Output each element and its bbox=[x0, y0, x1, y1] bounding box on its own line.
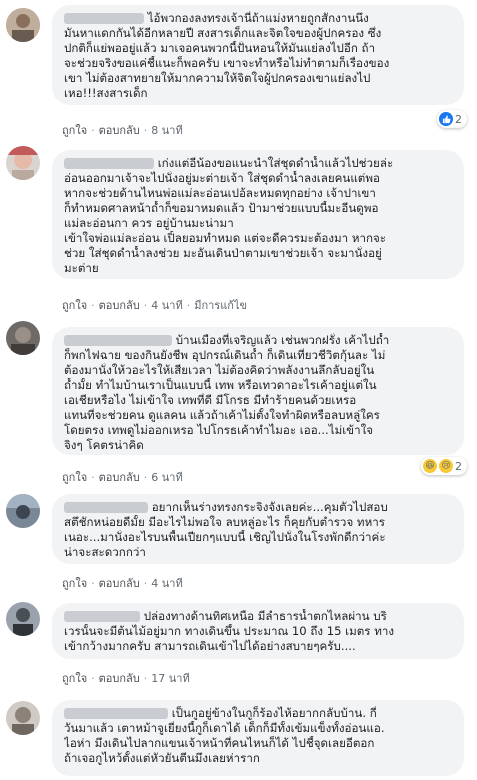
author-name-redacted[interactable] bbox=[64, 708, 168, 719]
comment-line: เอเชียหรือไง ไม่เข้าใจ เทพที่ดี มีโกรธ ม… bbox=[64, 393, 357, 407]
comment-line: ไอห่า มึงเดินไปลากแขนเจ้าหน้าที่คนไหนก็ไ… bbox=[64, 736, 375, 750]
comment-line: ช่วย ใส่ชุดดำน้ำลงช่วย มะอันเดินป่าตามเข… bbox=[64, 246, 382, 260]
comment-actions: ถูกใจ · ตอบกลับ · 8 นาที bbox=[62, 124, 183, 137]
like-link[interactable]: ถูกใจ bbox=[62, 299, 87, 312]
comment-line: เวรนั้นจะมีต้นไม้อยู่มาก ทางเดินขึ้น ประ… bbox=[64, 624, 395, 638]
author-name-redacted[interactable] bbox=[64, 335, 172, 346]
comment-line: จิงๆ โคตรน่าคิด bbox=[64, 438, 144, 452]
reaction-count: 2 bbox=[455, 459, 462, 473]
comment-line: ต้องมานั่งให้วอะไรให้เสียเวลา ไม่ต้องคิด… bbox=[64, 363, 375, 377]
reply-link[interactable]: ตอบกลับ bbox=[99, 124, 140, 137]
comment-bubble: อยากเห็นร่างทรงกระจิงจังเลยค่ะ...คุมตัวไ… bbox=[52, 494, 464, 564]
comment-line: เหอ!!!สงสารเด็ก bbox=[64, 86, 148, 100]
comment-bubble: บ้านเมืองที่เจริญแล้ว เช่นพวกฝรั่ง เค้าไ… bbox=[52, 327, 464, 455]
avatar-image bbox=[6, 494, 40, 528]
comment-line: เนอะ...มานั่งอะไรบนพื้นเปียกๆแบบนี้ เชิญ… bbox=[64, 530, 386, 544]
comment-line: เก่งแต่อีน้องขอแนะนำใส่ชุดดำน้ำแล้วไปช่ว… bbox=[64, 156, 452, 171]
avatar[interactable] bbox=[6, 701, 40, 735]
comment-line: ก็ทำหมดศาลหน้าถ้ำก็ขอมาหมดแล้ว ป้ามาช่วย… bbox=[64, 201, 379, 215]
comment-line: มันหาแดกกันได้อีกหลายปี สงสารเด็กและจิตใ… bbox=[64, 26, 382, 40]
comment-timestamp[interactable]: 17 นาที bbox=[151, 672, 189, 685]
avatar-image bbox=[6, 321, 40, 355]
comment-text: ปล่องทางด้านทิศเหนือ มีลำธารน้ำตกไหลผ่าน… bbox=[143, 609, 387, 623]
comment-text: เป็นกูอยู่ข้างในกูก็ร้องไห้อยากกลับบ้าน.… bbox=[171, 706, 377, 720]
avatar[interactable] bbox=[6, 321, 40, 355]
comment-text: ไอ้พวกองลงทรงเจ้านี่ถ้าแม่งหายถูกสักงานน… bbox=[147, 11, 369, 25]
reply-link[interactable]: ตอบกลับ bbox=[99, 471, 140, 484]
comment-line: แม่ละอ่อนกา ควร อยู่บ้านมะน่ามา bbox=[64, 216, 234, 230]
comment-line: ปกติก็แย่พออยู่แล้ว มาเจอคนพวกนี้ปั่นหอน… bbox=[64, 41, 376, 55]
comment-text: อยากเห็นร่างทรงกระจิงจังเลยค่ะ...คุมตัวไ… bbox=[151, 500, 388, 514]
comment-line: ปล่องทางด้านทิศเหนือ มีลำธารน้ำตกไหลผ่าน… bbox=[64, 609, 452, 624]
reaction-summary[interactable]: 2 bbox=[437, 110, 467, 128]
avatar[interactable] bbox=[6, 146, 40, 180]
comment-bubble: เป็นกูอยู่ข้างในกูก็ร้องไห้อยากกลับบ้าน.… bbox=[52, 700, 464, 776]
edited-label[interactable]: มีการแก้ไข bbox=[194, 299, 247, 312]
avatar-image bbox=[6, 146, 40, 180]
comment-line: ถ้าเจอกูไหว้ตั้งแต่หัวยันตีนมึงเลยห่าราก bbox=[64, 751, 260, 765]
comment-actions: ถูกใจ · ตอบกลับ · 6 นาที bbox=[62, 471, 183, 484]
comment-bubble: ปล่องทางด้านทิศเหนือ มีลำธารน้ำตกไหลผ่าน… bbox=[52, 603, 464, 659]
like-link[interactable]: ถูกใจ bbox=[62, 124, 87, 137]
comment-line: หากจะช่วยด้านไหนพ่อแม่ละอ่อนเปอ้ละหมดทุก… bbox=[64, 186, 376, 200]
comment-bubble: ไอ้พวกองลงทรงเจ้านี่ถ้าแม่งหายถูกสักงานน… bbox=[52, 5, 464, 105]
comment-line: เข้าใจพ่อแม่ละอ่อน เปิ้ลยอมทำหมด แต่จะดี… bbox=[64, 231, 387, 245]
reply-link[interactable]: ตอบกลับ bbox=[99, 672, 140, 685]
like-link[interactable]: ถูกใจ bbox=[62, 672, 87, 685]
comment-text: เก่งแต่อีน้องขอแนะนำใส่ชุดดำน้ำแล้วไปช่ว… bbox=[157, 156, 394, 170]
haha-reaction-icon: 😆 bbox=[423, 459, 437, 473]
sad-reaction-icon: 😢 bbox=[439, 459, 453, 473]
comment-line: จะช่วยจริงขอแค่ชี้แนะก็พอครับ เขาจะทำหรื… bbox=[64, 56, 390, 70]
author-name-redacted[interactable] bbox=[64, 611, 140, 622]
avatar-image bbox=[6, 8, 40, 42]
author-name-redacted[interactable] bbox=[64, 502, 148, 513]
avatar-image bbox=[6, 602, 40, 636]
comment-line: แทนที่จะช่วยคน ดูแลคน แล้วถ้าเค้าไม่ตั้ง… bbox=[64, 408, 380, 422]
comment-line: สตึชักหน่อยดีมั้ย มีอะไรไม่พอใจ ลบหลู่อะ… bbox=[64, 515, 385, 529]
author-name-redacted[interactable] bbox=[64, 158, 154, 169]
comment-timestamp[interactable]: 6 นาที bbox=[151, 471, 182, 484]
comment-line: เข้ากว้างมากครับ สามารถเดินเข้าไปได้อย่า… bbox=[64, 639, 356, 653]
avatar-image bbox=[6, 701, 40, 735]
comment-actions: ถูกใจ · ตอบกลับ · 4 นาที · มีการแก้ไข bbox=[62, 299, 248, 312]
comment-actions: ถูกใจ · ตอบกลับ · 4 นาที bbox=[62, 577, 183, 590]
comment-actions: ถูกใจ · ตอบกลับ · 17 นาที bbox=[62, 672, 190, 685]
comment-timestamp[interactable]: 4 นาที bbox=[151, 577, 182, 590]
comment-line: ก็พกไฟฉาย ของกินยังชีพ อุปกรณ์เดินถ้ำ ก็… bbox=[64, 348, 386, 362]
comment-line: วันมาแล้ว เตาหม้าจูเยี่ยงนี้กูก็เดาได้ เ… bbox=[64, 721, 385, 735]
reaction-count: 2 bbox=[455, 112, 462, 126]
comment-line: ไอ้พวกองลงทรงเจ้านี่ถ้าแม่งหายถูกสักงานน… bbox=[64, 11, 452, 26]
avatar[interactable] bbox=[6, 8, 40, 42]
comment-bubble: เก่งแต่อีน้องขอแนะนำใส่ชุดดำน้ำแล้วไปช่ว… bbox=[52, 150, 464, 279]
comment-line: ถ้ำมั้ย ทำไมบ้านเราเป็นแบบนี้ เทพ หรือเท… bbox=[64, 378, 377, 392]
comment-line: มะต่าย bbox=[64, 261, 99, 275]
avatar[interactable] bbox=[6, 602, 40, 636]
comment-timestamp[interactable]: 4 นาที bbox=[151, 299, 182, 312]
avatar[interactable] bbox=[6, 494, 40, 528]
comment-line: อยากเห็นร่างทรงกระจิงจังเลยค่ะ...คุมตัวไ… bbox=[64, 500, 452, 515]
reply-link[interactable]: ตอบกลับ bbox=[99, 577, 140, 590]
comment-line: บ้านเมืองที่เจริญแล้ว เช่นพวกฝรั่ง เค้าไ… bbox=[64, 333, 452, 348]
comment-line: อ่อนออกมาเจ้าจะไปนั่งอยู่มะต่ายเจ้า ใส่ช… bbox=[64, 171, 380, 185]
reaction-summary[interactable]: 😆 😢 2 bbox=[421, 457, 467, 475]
like-link[interactable]: ถูกใจ bbox=[62, 577, 87, 590]
like-reaction-icon bbox=[439, 112, 453, 126]
comment-line: โดยตรง เทพดูไม่ออกเหรอ ไปโกรธเค้าทำไมอะ … bbox=[64, 423, 374, 437]
like-link[interactable]: ถูกใจ bbox=[62, 471, 87, 484]
comment-line: เขา ไม่ต้องสาทยายให้มากความให้จิตใจผู้ปก… bbox=[64, 71, 371, 85]
comment-timestamp[interactable]: 8 นาที bbox=[151, 124, 182, 137]
author-name-redacted[interactable] bbox=[64, 13, 144, 24]
comment-text: บ้านเมืองที่เจริญแล้ว เช่นพวกฝรั่ง เค้าไ… bbox=[175, 333, 390, 347]
comment-line: เป็นกูอยู่ข้างในกูก็ร้องไห้อยากกลับบ้าน.… bbox=[64, 706, 452, 721]
reply-link[interactable]: ตอบกลับ bbox=[99, 299, 140, 312]
comment-line: น่าจะสะดวกกว่า bbox=[64, 545, 146, 559]
